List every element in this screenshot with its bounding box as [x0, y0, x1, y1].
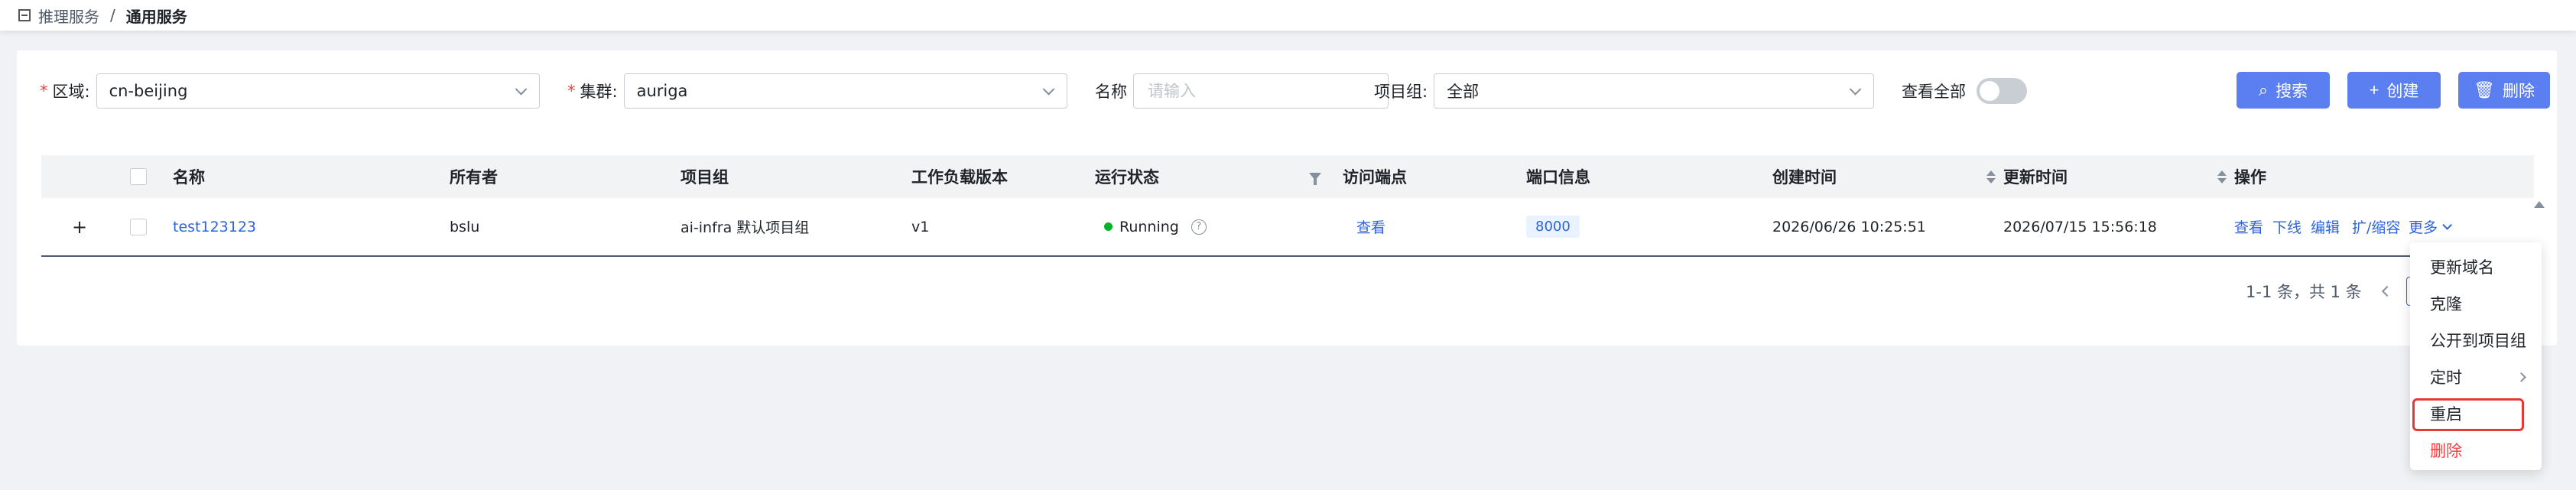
- search-button[interactable]: ⌕ 搜索: [2237, 72, 2330, 109]
- region-value: cn-beijing: [109, 82, 188, 100]
- expand-icon[interactable]: +: [72, 216, 87, 238]
- region-select[interactable]: cn-beijing: [96, 73, 540, 109]
- menu-item-delete[interactable]: 删除: [2410, 432, 2542, 469]
- schedule-label: 定时: [2430, 368, 2462, 387]
- view-all-toggle[interactable]: [1977, 78, 2027, 104]
- cluster-filter: * 集群: auriga: [567, 73, 1067, 109]
- page-title: 通用服务: [125, 7, 187, 26]
- service-name-link[interactable]: test123123: [173, 219, 256, 235]
- project-select[interactable]: 全部: [1434, 73, 1875, 109]
- prev-page-icon[interactable]: [2381, 285, 2392, 297]
- col-actions: 操作: [2234, 168, 2266, 187]
- plus-icon: +: [2369, 80, 2379, 99]
- menu-item-clone[interactable]: 克隆: [2410, 285, 2542, 322]
- created-time: 2026/06/26 10:25:51: [1772, 218, 1926, 235]
- help-icon[interactable]: ?: [1191, 219, 1207, 235]
- chevron-down-icon: [2442, 220, 2453, 230]
- created-sort-icon[interactable]: [1986, 170, 1996, 183]
- breadcrumb-parent[interactable]: 推理服务: [38, 5, 99, 27]
- main-card: * 区域: cn-beijing * 集群: auriga 名称 项目组: 全部…: [17, 50, 2557, 346]
- cluster-select[interactable]: auriga: [623, 73, 1067, 109]
- name-label: 名称: [1095, 83, 1127, 101]
- col-created: 创建时间: [1772, 168, 1837, 187]
- project-value: 全部: [1447, 83, 1480, 101]
- status-filter-icon[interactable]: [1309, 173, 1321, 185]
- chevron-down-icon: [1849, 83, 1862, 96]
- select-all-checkbox[interactable]: [130, 168, 147, 185]
- project-label: 项目组:: [1374, 83, 1428, 101]
- port-tag: 8000: [1526, 216, 1580, 238]
- delete-button-label: 删除: [2502, 83, 2535, 100]
- menu-item-schedule[interactable]: 定时: [2410, 359, 2542, 395]
- col-endpoint: 访问端点: [1343, 168, 1407, 187]
- col-updated: 更新时间: [2003, 168, 2068, 187]
- search-icon: ⌕: [2258, 80, 2269, 99]
- menu-item-update-domain[interactable]: 更新域名: [2410, 248, 2542, 285]
- endpoint-view-link[interactable]: 查看: [1356, 216, 1385, 237]
- restart-highlight-box: [2412, 398, 2524, 431]
- owner: bslu: [450, 218, 480, 235]
- view-all-filter: 查看全部: [1902, 73, 2027, 109]
- updated-time: 2026/07/15 15:56:18: [2003, 218, 2157, 235]
- scroll-up-icon[interactable]: [2534, 201, 2545, 208]
- services-table: 名称 所有者 项目组 工作负载版本 运行状态 访问端点 端口信息 创建时间 更新…: [41, 155, 2534, 257]
- col-name: 名称: [173, 168, 205, 187]
- more-action[interactable]: 更多: [2409, 216, 2453, 237]
- name-input[interactable]: [1133, 73, 1389, 109]
- required-mark: *: [40, 82, 48, 100]
- col-port: 端口信息: [1526, 168, 1590, 187]
- project-name: ai-infra 默认项目组: [681, 219, 810, 236]
- toggle-knob: [1980, 81, 1999, 101]
- table-row: + test123123 bslu ai-infra 默认项目组 v1 Runn…: [41, 198, 2534, 257]
- view-all-label: 查看全部: [1902, 83, 1966, 101]
- view-action[interactable]: 查看: [2234, 216, 2263, 237]
- cluster-value: auriga: [636, 82, 688, 100]
- search-button-label: 搜索: [2276, 83, 2308, 100]
- breadcrumb-separator: /: [110, 6, 115, 24]
- project-filter: 项目组: 全部: [1374, 73, 1875, 109]
- workload-version: v1: [911, 218, 930, 235]
- scale-action[interactable]: 扩/缩容: [2352, 216, 2400, 237]
- status-text: Running: [1119, 218, 1179, 235]
- col-status: 运行状态: [1095, 168, 1159, 187]
- delete-button[interactable]: 🗑 删除: [2458, 72, 2550, 109]
- chevron-down-icon: [1042, 83, 1054, 96]
- edit-action[interactable]: 编辑: [2311, 216, 2340, 237]
- more-label: 更多: [2409, 219, 2438, 236]
- menu-item-share-to-project[interactable]: 公开到项目组: [2410, 322, 2542, 359]
- running-dot-icon: [1104, 222, 1113, 231]
- col-workload-version: 工作负载版本: [911, 168, 1008, 187]
- cluster-label: 集群:: [580, 83, 618, 101]
- breadcrumb: 推理服务 / 通用服务: [0, 0, 2576, 31]
- create-button[interactable]: + 创建: [2347, 72, 2441, 109]
- col-owner: 所有者: [450, 168, 498, 187]
- col-project: 项目组: [681, 168, 729, 187]
- status-badge: Running ?: [1104, 219, 1207, 235]
- pagination: 1-1 条，共 1 条 1: [2246, 277, 2435, 306]
- trash-icon: 🗑: [2474, 80, 2495, 99]
- required-mark: *: [567, 82, 576, 100]
- create-button-label: 创建: [2386, 83, 2419, 100]
- updated-sort-icon[interactable]: [2217, 170, 2227, 183]
- pagination-summary: 1-1 条，共 1 条: [2246, 283, 2362, 301]
- chevron-right-icon: [2516, 372, 2526, 382]
- chevron-down-icon: [515, 83, 527, 96]
- table-header: 名称 所有者 项目组 工作负载版本 运行状态 访问端点 端口信息 创建时间 更新…: [41, 155, 2534, 198]
- table-scrollbar[interactable]: [2534, 201, 2545, 247]
- service-icon: [18, 9, 31, 21]
- more-dropdown-menu: 更新域名 克隆 公开到项目组 定时 重启 删除: [2410, 242, 2542, 470]
- region-label: 区域:: [52, 83, 90, 101]
- region-filter: * 区域: cn-beijing: [40, 73, 540, 109]
- name-filter: 名称: [1095, 73, 1389, 109]
- offline-action[interactable]: 下线: [2272, 216, 2302, 237]
- row-checkbox[interactable]: [130, 218, 147, 235]
